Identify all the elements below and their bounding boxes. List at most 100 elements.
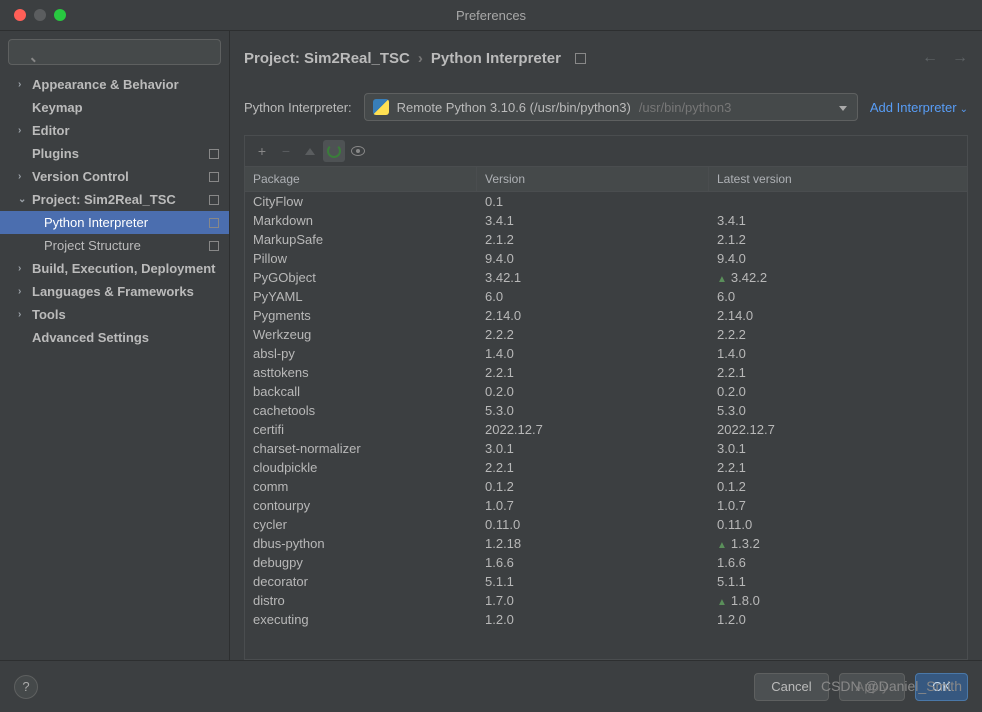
- sidebar-item-label: Advanced Settings: [32, 330, 149, 345]
- sidebar-item-label: Python Interpreter: [44, 215, 148, 230]
- sidebar-item-version-control[interactable]: ›Version Control: [0, 165, 229, 188]
- table-row[interactable]: comm0.1.20.1.2: [245, 477, 967, 496]
- sidebar-item-python-interpreter[interactable]: Python Interpreter: [0, 211, 229, 234]
- table-row[interactable]: absl-py1.4.01.4.0: [245, 344, 967, 363]
- cell-version: 2022.12.7: [477, 420, 709, 439]
- table-row[interactable]: PyGObject3.42.1▲3.42.2: [245, 268, 967, 287]
- sidebar: ›Appearance & BehaviorKeymap›EditorPlugi…: [0, 31, 230, 660]
- table-row[interactable]: MarkupSafe2.1.22.1.2: [245, 230, 967, 249]
- sidebar-item-editor[interactable]: ›Editor: [0, 119, 229, 142]
- sidebar-item-label: Appearance & Behavior: [32, 77, 179, 92]
- cell-latest: 2.2.1: [709, 363, 967, 382]
- chevron-right-icon: ›: [18, 263, 26, 274]
- add-package-button[interactable]: +: [251, 140, 273, 162]
- cell-package: asttokens: [245, 363, 477, 382]
- sidebar-item-project-sim2real-tsc[interactable]: ⌄Project: Sim2Real_TSC: [0, 188, 229, 211]
- sidebar-item-label: Plugins: [32, 146, 79, 161]
- show-early-releases-button[interactable]: [347, 140, 369, 162]
- upgrade-package-button[interactable]: [299, 140, 321, 162]
- column-header-version[interactable]: Version: [477, 167, 709, 191]
- sidebar-item-project-structure[interactable]: Project Structure: [0, 234, 229, 257]
- apply-button[interactable]: Apply: [839, 673, 906, 701]
- interpreter-select[interactable]: Remote Python 3.10.6 (/usr/bin/python3) …: [364, 93, 858, 121]
- table-row[interactable]: Werkzeug2.2.22.2.2: [245, 325, 967, 344]
- table-row[interactable]: Pygments2.14.02.14.0: [245, 306, 967, 325]
- cell-package: Pillow: [245, 249, 477, 268]
- sidebar-item-label: Editor: [32, 123, 70, 138]
- table-row[interactable]: backcall0.2.00.2.0: [245, 382, 967, 401]
- scope-badge-icon: [575, 53, 586, 64]
- cell-package: PyGObject: [245, 268, 477, 287]
- cell-package: Pygments: [245, 306, 477, 325]
- search-input[interactable]: [8, 39, 221, 65]
- column-header-latest[interactable]: Latest version: [709, 167, 967, 191]
- cell-version: 1.4.0: [477, 344, 709, 363]
- sidebar-item-tools[interactable]: ›Tools: [0, 303, 229, 326]
- up-arrow-icon: [305, 148, 315, 155]
- cell-version: 2.2.1: [477, 363, 709, 382]
- upgrade-available-icon: ▲: [717, 540, 727, 551]
- sidebar-item-keymap[interactable]: Keymap: [0, 96, 229, 119]
- nav-back-icon[interactable]: ←: [922, 49, 938, 67]
- cell-latest: 5.3.0: [709, 401, 967, 420]
- nav-forward-icon[interactable]: →: [952, 49, 968, 67]
- cell-package: absl-py: [245, 344, 477, 363]
- sidebar-item-build-execution-deployment[interactable]: › Build, Execution, Deployment: [0, 257, 229, 280]
- titlebar: Preferences: [0, 0, 982, 30]
- cell-package: cycler: [245, 515, 477, 534]
- table-row[interactable]: dbus-python1.2.18▲1.3.2: [245, 534, 967, 553]
- cell-version: 0.1: [477, 192, 709, 211]
- breadcrumb-part[interactable]: Project: Sim2Real_TSC: [244, 50, 410, 67]
- table-row[interactable]: cycler0.11.00.11.0: [245, 515, 967, 534]
- sidebar-item-languages-frameworks[interactable]: ›Languages & Frameworks: [0, 280, 229, 303]
- sidebar-item-label: Build, Execution, Deployment: [32, 261, 215, 276]
- breadcrumb: Project: Sim2Real_TSC › Python Interpret…: [244, 50, 586, 67]
- cell-latest: 6.0: [709, 287, 967, 306]
- ok-button[interactable]: OK: [915, 673, 968, 701]
- scope-badge-icon: [209, 218, 219, 228]
- cell-version: 2.14.0: [477, 306, 709, 325]
- cell-latest: 1.0.7: [709, 496, 967, 515]
- eye-icon: [351, 146, 365, 156]
- table-row[interactable]: charset-normalizer3.0.13.0.1: [245, 439, 967, 458]
- table-row[interactable]: CityFlow0.1: [245, 192, 967, 211]
- sidebar-item-appearance-behavior[interactable]: ›Appearance & Behavior: [0, 73, 229, 96]
- cell-latest: 0.2.0: [709, 382, 967, 401]
- table-row[interactable]: PyYAML6.06.0: [245, 287, 967, 306]
- cell-package: PyYAML: [245, 287, 477, 306]
- table-row[interactable]: executing1.2.01.2.0: [245, 610, 967, 629]
- cell-version: 1.2.0: [477, 610, 709, 629]
- chevron-right-icon: ›: [418, 50, 423, 67]
- table-row[interactable]: distro1.7.0▲1.8.0: [245, 591, 967, 610]
- cell-latest: 0.11.0: [709, 515, 967, 534]
- sidebar-item-label: Languages & Frameworks: [32, 284, 194, 299]
- table-row[interactable]: asttokens2.2.12.2.1: [245, 363, 967, 382]
- table-row[interactable]: Markdown3.4.13.4.1: [245, 211, 967, 230]
- cell-package: cloudpickle: [245, 458, 477, 477]
- cell-version: 1.2.18: [477, 534, 709, 553]
- cell-version: 6.0: [477, 287, 709, 306]
- table-row[interactable]: cloudpickle2.2.12.2.1: [245, 458, 967, 477]
- cell-version: 5.3.0: [477, 401, 709, 420]
- cancel-button[interactable]: Cancel: [754, 673, 828, 701]
- sidebar-item-advanced-settings[interactable]: Advanced Settings: [0, 326, 229, 349]
- help-button[interactable]: ?: [14, 675, 38, 699]
- table-row[interactable]: certifi2022.12.72022.12.7: [245, 420, 967, 439]
- table-row[interactable]: debugpy1.6.61.6.6: [245, 553, 967, 572]
- cell-package: decorator: [245, 572, 477, 591]
- sidebar-item-plugins[interactable]: Plugins: [0, 142, 229, 165]
- cell-latest: 1.2.0: [709, 610, 967, 629]
- cell-version: 3.0.1: [477, 439, 709, 458]
- remove-package-button[interactable]: −: [275, 140, 297, 162]
- column-header-package[interactable]: Package: [245, 167, 477, 191]
- table-row[interactable]: cachetools5.3.05.3.0: [245, 401, 967, 420]
- upgrade-available-icon: ▲: [717, 597, 727, 608]
- add-interpreter-link[interactable]: Add Interpreter⌄: [870, 100, 968, 115]
- chevron-right-icon: ›: [18, 171, 26, 182]
- table-row[interactable]: contourpy1.0.71.0.7: [245, 496, 967, 515]
- table-row[interactable]: Pillow9.4.09.4.0: [245, 249, 967, 268]
- refresh-button[interactable]: [323, 140, 345, 162]
- settings-tree: ›Appearance & BehaviorKeymap›EditorPlugi…: [0, 73, 229, 660]
- footer: ? Cancel Apply OK: [0, 660, 982, 712]
- table-row[interactable]: decorator5.1.15.1.1: [245, 572, 967, 591]
